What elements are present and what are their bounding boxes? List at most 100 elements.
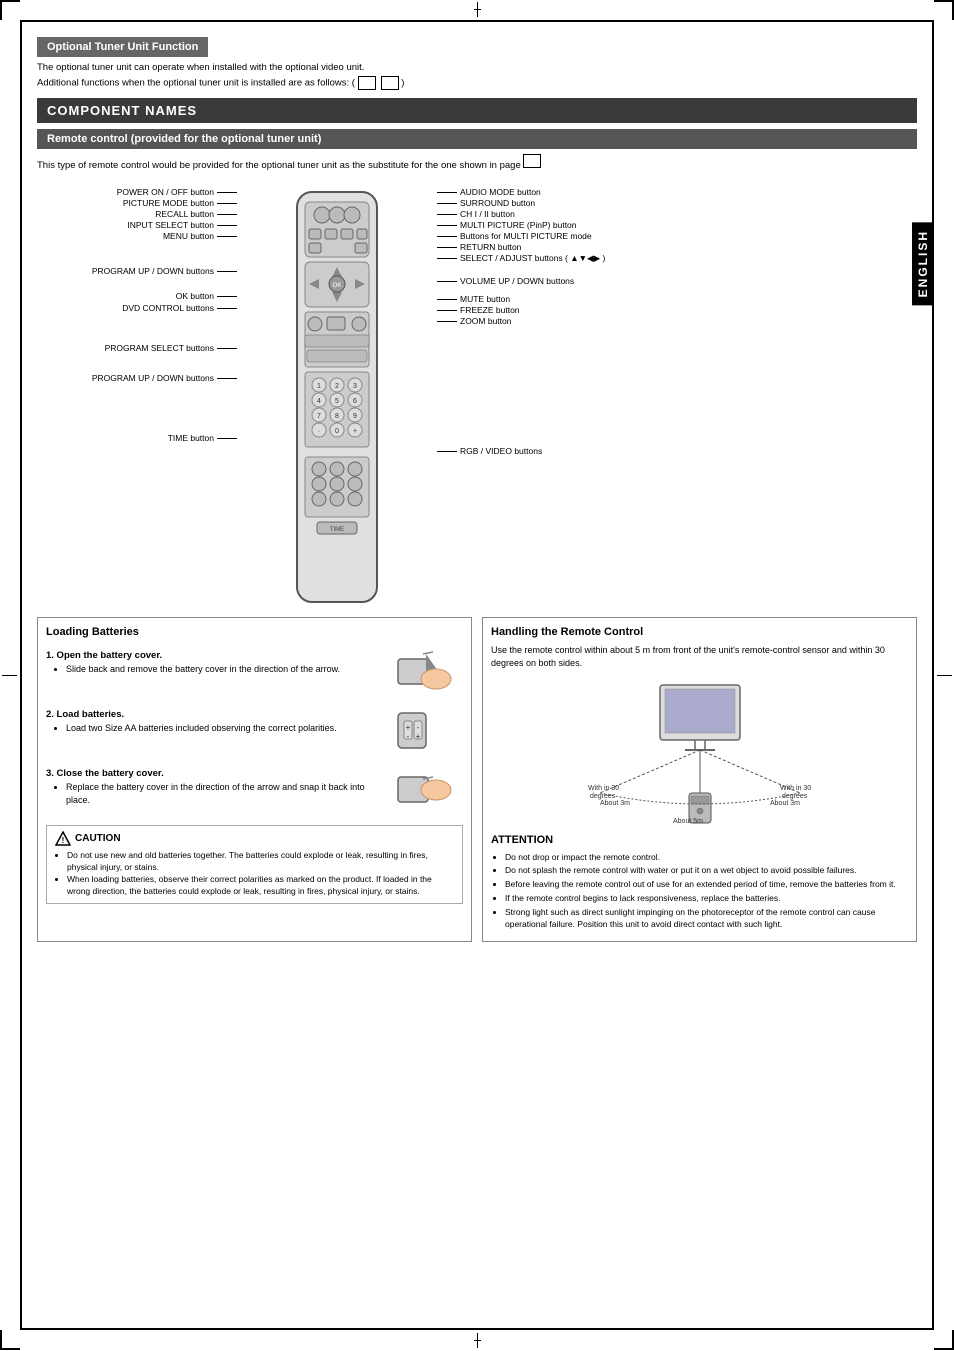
svg-text:0: 0 [335, 428, 339, 435]
step1-title: 1. Open the battery cover. [46, 650, 378, 661]
label-ok: OK button [37, 291, 237, 301]
label-buttons-multi: Buttons for MULTI PICTURE mode [437, 231, 917, 241]
svg-text:-: - [407, 732, 410, 741]
icon-box-1 [358, 76, 376, 90]
svg-text:degrees: degrees [590, 793, 616, 800]
handling-desc: Use the remote control within about 5 m … [491, 644, 908, 669]
caution-item-1: Do not use new and old batteries togethe… [67, 850, 454, 874]
optional-tuner-header: Optional Tuner Unit Function [37, 37, 208, 57]
step1-content: 1. Open the battery cover. Slide back an… [46, 644, 378, 676]
caution-list: Do not use new and old batteries togethe… [55, 850, 454, 898]
svg-text:2: 2 [335, 383, 339, 390]
label-program-updown-1: PROGRAM UP / DOWN buttons [37, 266, 237, 276]
svg-text:+: + [416, 732, 421, 741]
remote-right-labels: AUDIO MODE button SURROUND button CH I /… [437, 177, 917, 607]
battery-step2-svg: + - + - [388, 703, 458, 758]
step2-content: 2. Load batteries. Load two Size AA batt… [46, 703, 378, 735]
battery-step-1: 1. Open the battery cover. Slide back an… [46, 644, 463, 699]
handling-title: Handling the Remote Control [491, 626, 908, 638]
step2-title: 2. Load batteries. [46, 709, 378, 720]
remote-left-labels: POWER ON / OFF button PICTURE MODE butto… [37, 177, 237, 607]
remote-image: OK DVS 1 2 3 4 5 6 [237, 177, 437, 607]
remote-for-tuner-header: Remote control (provided for the optiona… [37, 129, 917, 149]
caution-box: ! CAUTION Do not use new and old batteri… [46, 825, 463, 904]
svg-text:!: ! [62, 836, 65, 845]
step3-img [383, 762, 463, 817]
svg-text:1: 1 [317, 383, 321, 390]
label-select-adjust: SELECT / ADJUST buttons ( ▲▼◀▶ ) [437, 253, 917, 264]
loading-batteries-title: Loading Batteries [46, 626, 463, 638]
svg-text:5: 5 [335, 398, 339, 405]
battery-steps: 1. Open the battery cover. Slide back an… [46, 644, 463, 817]
label-power: POWER ON / OFF button [37, 187, 237, 197]
step3-title: 3. Close the battery cover. [46, 768, 378, 779]
crosshair-left [2, 675, 17, 676]
corner-mark-tl [0, 0, 20, 20]
label-program-updown-2: PROGRAM UP / DOWN buttons [37, 373, 237, 383]
label-volume-updown: VOLUME UP / DOWN buttons [437, 276, 917, 286]
svg-text:8: 8 [335, 413, 339, 420]
page-icon-ref [523, 154, 541, 168]
step3-content: 3. Close the battery cover. Replace the … [46, 762, 378, 806]
step2-img: + - + - [383, 703, 463, 758]
optional-desc1: The optional tuner unit can operate when… [37, 62, 917, 73]
loading-batteries-section: Loading Batteries 1. Open the battery co… [37, 617, 472, 942]
label-audio-mode: AUDIO MODE button [437, 187, 917, 197]
crosshair-top [477, 2, 478, 17]
label-program-select: PROGRAM SELECT buttons [37, 343, 237, 353]
label-picture-mode: PICTURE MODE button [37, 198, 237, 208]
svg-text:6: 6 [353, 398, 357, 405]
attention-item-2: Do not splash the remote control with wa… [505, 865, 908, 877]
label-multi-picture: MULTI PICTURE (PinP) button [437, 220, 917, 230]
attention-item-5: Strong light such as direct sunlight imp… [505, 907, 908, 931]
top-icons [358, 76, 399, 90]
battery-step3-svg [388, 762, 458, 817]
step2-text: Load two Size AA batteries included obse… [46, 722, 378, 735]
remote-desc: This type of remote control would be pro… [37, 154, 917, 171]
battery-step-2: 2. Load batteries. Load two Size AA batt… [46, 703, 463, 758]
svg-text:+: + [353, 428, 357, 435]
label-time: TIME button [37, 433, 237, 443]
step1-text: Slide back and remove the battery cover … [46, 663, 378, 676]
icon-box-2 [381, 76, 399, 90]
svg-text:About 3m: About 3m [770, 800, 800, 807]
corner-mark-bl [0, 1330, 20, 1350]
page-border: ENGLISH Optional Tuner Unit Function The… [20, 20, 934, 1330]
caution-item-2: When loading batteries, observe their co… [67, 874, 454, 898]
svg-text:+: + [406, 723, 411, 732]
svg-text:-: - [417, 723, 420, 732]
attention-item-3: Before leaving the remote control out of… [505, 879, 908, 891]
label-input-select: INPUT SELECT button [37, 220, 237, 230]
svg-text:With in 30: With in 30 [588, 785, 619, 792]
label-recall: RECALL button [37, 209, 237, 219]
crosshair-right [937, 675, 952, 676]
label-zoom: ZOOM button [437, 316, 917, 326]
label-freeze: FREEZE button [437, 305, 917, 315]
attention-item-1: Do not drop or impact the remote control… [505, 852, 908, 864]
svg-text:OK: OK [333, 283, 342, 289]
corner-mark-tr [934, 0, 954, 20]
handling-diagram: With in 30 degrees About 3m With in 30 d… [491, 675, 908, 825]
crosshair-bottom [477, 1333, 478, 1348]
optional-description: The optional tuner unit can operate when… [37, 62, 917, 90]
optional-desc2: Additional functions when the optional t… [37, 76, 917, 90]
battery-step1-svg [388, 644, 458, 699]
svg-text:3: 3 [353, 383, 357, 390]
battery-step-3: 3. Close the battery cover. Replace the … [46, 762, 463, 817]
label-rgb-video: RGB / VIDEO buttons [437, 446, 917, 456]
remote-diagram-area: POWER ON / OFF button PICTURE MODE butto… [37, 177, 917, 607]
svg-text:4: 4 [317, 398, 321, 405]
svg-text:7: 7 [317, 413, 321, 420]
label-return: RETURN button [437, 242, 917, 252]
svg-text:9: 9 [353, 413, 357, 420]
step3-text: Replace the battery cover in the directi… [46, 781, 378, 806]
step1-img [383, 644, 463, 699]
label-menu: MENU button [37, 231, 237, 241]
label-mute: MUTE button [437, 294, 917, 304]
label-surround: SURROUND button [437, 198, 917, 208]
caution-title: ! CAUTION [55, 831, 454, 847]
corner-mark-br [934, 1330, 954, 1350]
caution-icon: ! [55, 831, 71, 847]
bottom-section: Loading Batteries 1. Open the battery co… [37, 617, 917, 942]
attention-title: ATTENTION [491, 833, 908, 848]
